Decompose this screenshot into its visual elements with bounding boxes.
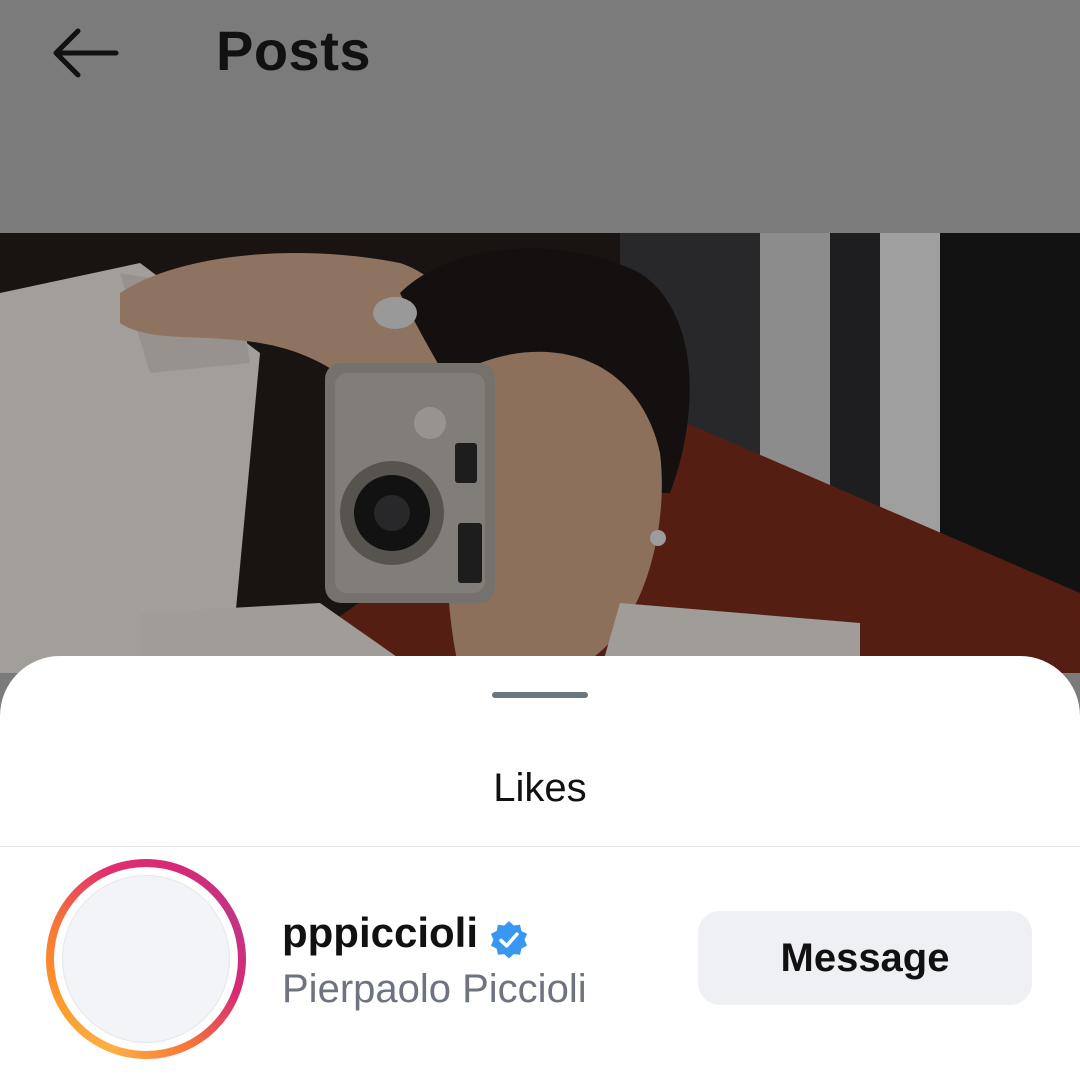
post-image[interactable] (0, 233, 1080, 673)
arrow-left-icon (53, 28, 119, 78)
back-button[interactable] (44, 22, 124, 84)
drag-handle[interactable] (492, 692, 588, 698)
message-button[interactable]: Message (698, 911, 1032, 1005)
verified-badge-icon (490, 921, 528, 959)
page-title: Posts (216, 19, 371, 82)
username[interactable]: pppiccioli (282, 909, 478, 957)
full-name: Pierpaolo Piccioli (282, 967, 587, 1011)
top-bar: Posts (0, 0, 1080, 233)
avatar[interactable] (62, 875, 230, 1043)
list-item[interactable]: pppiccioli Pierpaolo Piccioli Message (0, 847, 1080, 1085)
sheet-title: Likes (493, 766, 587, 810)
likes-sheet: Likes pppiccioli Pierpaolo Piccioli Mess… (0, 656, 1080, 1085)
